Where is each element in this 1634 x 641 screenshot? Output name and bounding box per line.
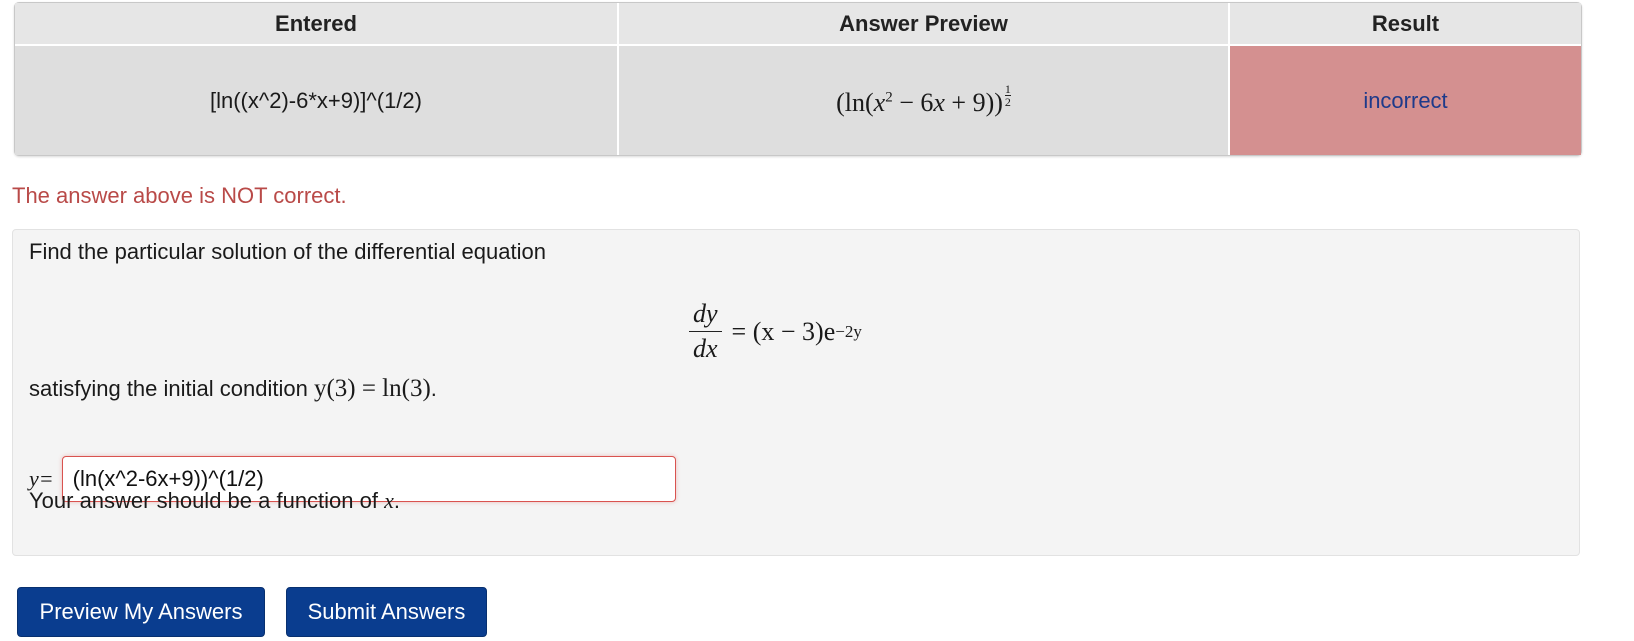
preview-tail: + 9 <box>944 88 986 117</box>
preview-rparen: )) <box>985 88 1003 117</box>
results-table: Entered Answer Preview Result [ln((x^2)-… <box>14 2 1582 156</box>
hint-var: x <box>384 488 394 513</box>
header-entered: Entered <box>15 3 619 46</box>
preview-x: x <box>873 88 886 117</box>
condition-suffix: . <box>430 376 437 401</box>
derivative-num: dy <box>689 297 722 332</box>
preview-middle: − 6 <box>892 88 934 117</box>
condition-prefix: satisfying the initial condition <box>29 376 314 401</box>
problem-box: Find the particular solution of the diff… <box>12 229 1580 556</box>
preview-x2: x <box>933 88 945 117</box>
equation-rhs-exp: −2y <box>835 321 862 341</box>
derivative-den: dx <box>693 334 718 363</box>
answer-hint: Your answer should be a function of x. <box>29 488 400 514</box>
equation-rhs: = (x − 3)e <box>731 316 836 346</box>
problem-intro: Find the particular solution of the diff… <box>29 239 546 264</box>
preview-lparen: ( <box>836 88 845 117</box>
hint-suffix: . <box>393 488 400 513</box>
initial-condition: satisfying the initial condition y(3) = … <box>29 375 437 403</box>
submit-answers-button[interactable]: Submit Answers <box>286 587 487 637</box>
header-answer-preview: Answer Preview <box>618 3 1230 46</box>
derivative-fraction: dy dx <box>689 297 722 366</box>
header-result: Result <box>1229 3 1581 46</box>
differential-equation: dy dx = (x − 3)e −2y <box>689 297 862 366</box>
result-cell: incorrect <box>1229 45 1581 155</box>
preview-ln: ln <box>844 88 865 117</box>
answer-preview-cell: (ln(x2 − 6x + 9)) 1 2 <box>618 45 1230 155</box>
preview-x-exp: 2 <box>885 89 893 106</box>
preview-exponent-fraction: 12 <box>1004 83 1011 109</box>
preview-answers-button[interactable]: Preview My Answers <box>17 587 265 637</box>
hint-prefix: Your answer should be a function of <box>29 488 385 513</box>
feedback-message: The answer above is NOT correct. <box>12 183 347 208</box>
preview-lparen-inner: ( <box>864 88 874 117</box>
entered-cell: [ln((x^2)-6*x+9)]^(1/2) <box>15 45 619 155</box>
preview-exp-den: 2 <box>1004 95 1011 109</box>
condition-math: y(3) = ln(3) <box>313 375 431 402</box>
preview-math: (ln(x2 − 6x + 9)) 1 2 <box>836 83 1011 117</box>
